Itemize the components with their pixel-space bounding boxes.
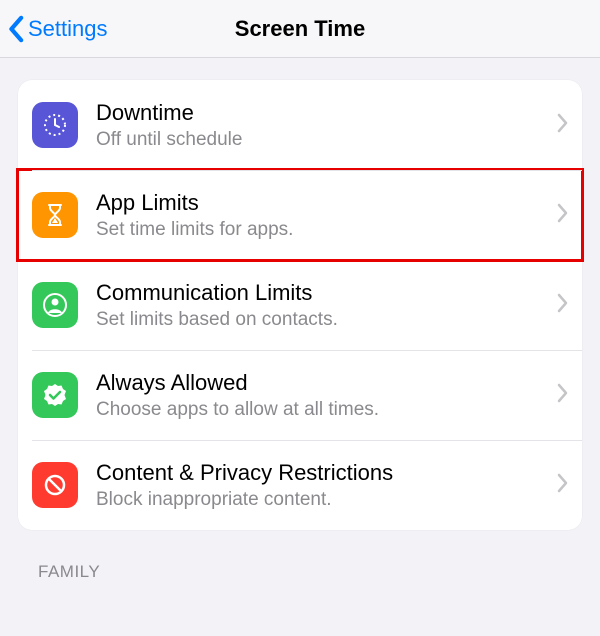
row-subtitle: Set limits based on contacts. (96, 309, 556, 331)
checkmark-seal-icon (32, 372, 78, 418)
chevron-right-icon (556, 113, 568, 138)
row-subtitle: Block inappropriate content. (96, 489, 556, 511)
row-app-limits[interactable]: App Limits Set time limits for apps. (18, 170, 582, 260)
row-downtime[interactable]: Downtime Off until schedule (18, 80, 582, 170)
row-content-restrictions[interactable]: Content & Privacy Restrictions Block ina… (18, 440, 582, 530)
row-title: Communication Limits (96, 280, 556, 306)
row-always-allowed[interactable]: Always Allowed Choose apps to allow at a… (18, 350, 582, 440)
row-text: Always Allowed Choose apps to allow at a… (96, 370, 556, 421)
row-text: Downtime Off until schedule (96, 100, 556, 151)
page-title: Screen Time (235, 16, 365, 42)
chevron-back-icon (8, 15, 26, 43)
hourglass-icon (32, 192, 78, 238)
row-text: Communication Limits Set limits based on… (96, 280, 556, 331)
row-text: App Limits Set time limits for apps. (96, 190, 556, 241)
section-header-family: FAMILY (38, 562, 600, 582)
chevron-right-icon (556, 293, 568, 318)
row-title: App Limits (96, 190, 556, 216)
row-subtitle: Choose apps to allow at all times. (96, 399, 556, 421)
row-title: Downtime (96, 100, 556, 126)
row-title: Always Allowed (96, 370, 556, 396)
row-communication-limits[interactable]: Communication Limits Set limits based on… (18, 260, 582, 350)
row-subtitle: Set time limits for apps. (96, 219, 556, 241)
navbar: Settings Screen Time (0, 0, 600, 58)
chevron-right-icon (556, 203, 568, 228)
back-button[interactable]: Settings (8, 15, 108, 43)
back-label: Settings (28, 16, 108, 42)
row-subtitle: Off until schedule (96, 129, 556, 151)
downtime-icon (32, 102, 78, 148)
chevron-right-icon (556, 473, 568, 498)
no-symbol-icon (32, 462, 78, 508)
row-title: Content & Privacy Restrictions (96, 460, 556, 486)
row-text: Content & Privacy Restrictions Block ina… (96, 460, 556, 511)
contact-icon (32, 282, 78, 328)
chevron-right-icon (556, 383, 568, 408)
settings-group: Downtime Off until schedule App Limits S… (18, 80, 582, 530)
